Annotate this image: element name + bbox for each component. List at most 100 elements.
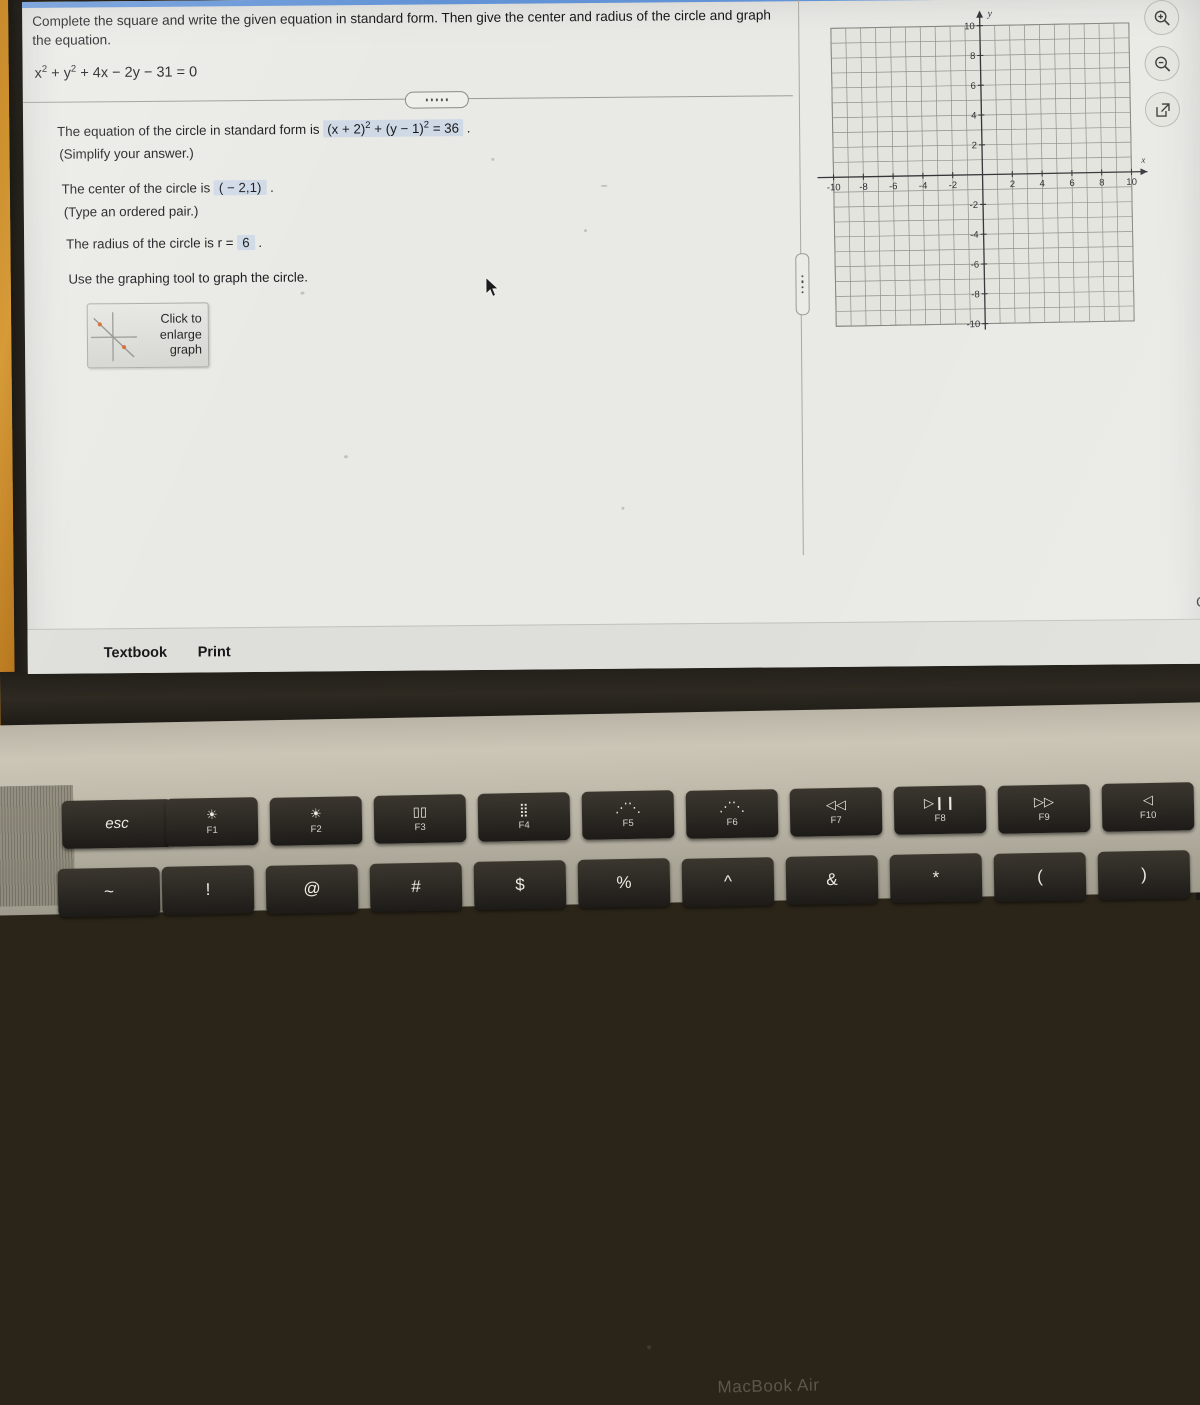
sf-part-a: (x + 2) (327, 121, 365, 136)
radius-answer-field[interactable]: 6 (237, 235, 255, 250)
dot (446, 99, 449, 102)
svg-text:-2: -2 (970, 200, 979, 211)
print-link[interactable]: Print (198, 644, 231, 660)
given-eq-mid: + y (47, 65, 71, 81)
center-line: The center of the circle is ( − 2,1) . (62, 180, 274, 197)
key-esc-label: esc (105, 817, 129, 831)
key-esc[interactable]: esc (62, 799, 173, 849)
dot (801, 286, 803, 288)
key-fn-label: F9 (1039, 811, 1050, 822)
key-symbol-label: @ (303, 881, 321, 895)
key-f9[interactable]: ▷▷F9 (998, 784, 1091, 834)
sf-part-c: = 36 (429, 121, 459, 136)
dot (801, 291, 803, 293)
mouse-cursor (484, 276, 502, 305)
clear-all-link-truncated[interactable]: Cl (1196, 594, 1200, 610)
enlarge-line-2: enlarge (160, 327, 202, 341)
svg-text:6: 6 (1069, 178, 1074, 189)
key-symbol-label: ) (1141, 868, 1147, 882)
key-fn-label: F3 (415, 822, 426, 833)
period: . (255, 235, 263, 250)
key-f5[interactable]: ⋰⋱F5 (582, 791, 675, 841)
svg-text:-10: -10 (966, 319, 980, 330)
screen-speck (601, 185, 608, 187)
standard-form-answer-field[interactable]: (x + 2)2 + (y − 1)2 = 36 (323, 119, 463, 138)
more-options-dots-button[interactable] (405, 91, 469, 109)
key-symbol-label: # (411, 880, 421, 894)
period: . (266, 180, 274, 195)
key-&[interactable]: & (786, 855, 879, 905)
key-f3[interactable]: ▯▯F3 (374, 794, 467, 844)
mute-icon: ◁ (1143, 793, 1153, 807)
graphing-tool[interactable]: yx-10-8-6-4-2246810-10-8-6-4-2246810 (810, 6, 1153, 349)
key-@[interactable]: @ (266, 864, 359, 914)
svg-text:8: 8 (1099, 177, 1104, 188)
zoom-in-icon[interactable] (1144, 0, 1179, 35)
launchpad-icon: ⣿ (519, 803, 529, 817)
key-^[interactable]: ^ (682, 857, 775, 907)
key-f10[interactable]: ◁F10 (1102, 782, 1195, 832)
macbook-air-label: MacBook Air (717, 1373, 917, 1397)
svg-text:2: 2 (1010, 179, 1015, 190)
rewind-icon: ◁◁ (826, 798, 846, 812)
center-answer-field[interactable]: ( − 2,1) (214, 180, 267, 195)
open-in-new-icon[interactable] (1145, 92, 1180, 127)
brightness-up-icon: ☀ (310, 806, 322, 820)
key-f6[interactable]: ⋰⋱ F6 (686, 789, 779, 839)
coordinate-plane[interactable]: yx-10-8-6-4-2246810-10-8-6-4-2246810 (808, 5, 1154, 351)
key-f7[interactable]: ◁◁F7 (790, 787, 883, 837)
key-fn-label: F6 (727, 817, 738, 828)
graph-instruction: Use the graphing tool to graph the circl… (68, 270, 308, 287)
svg-text:x: x (1140, 155, 1145, 165)
given-equation: x2 + y2 + 4x − 2y − 31 = 0 (35, 62, 198, 81)
svg-text:y: y (986, 8, 992, 19)
textbook-link[interactable]: Textbook (104, 645, 168, 662)
given-eq-rest: + 4x − 2y − 31 = 0 (76, 64, 197, 81)
brightness-down-icon: ☀ (206, 808, 218, 822)
click-to-enlarge-graph-button[interactable]: Click to enlarge graph (87, 302, 210, 368)
key-)[interactable]: ) (1098, 850, 1191, 900)
key-([interactable]: ( (994, 852, 1087, 902)
standard-form-hint: (Simplify your answer.) (59, 146, 194, 162)
key-*[interactable]: * (890, 853, 983, 903)
key-~[interactable]: ~ (58, 867, 161, 917)
keyboard-brightness-up-icon: ⋰⋱ (719, 799, 745, 813)
standard-form-line: The equation of the circle in standard f… (57, 119, 470, 140)
enlarge-line-1: Click to (160, 312, 201, 326)
key-fn-label: F2 (311, 823, 322, 834)
graph-tool-buttons (1144, 0, 1189, 138)
key-symbol-label: ~ (104, 885, 114, 899)
svg-text:6: 6 (970, 81, 975, 92)
key-#[interactable]: # (370, 862, 463, 912)
key-![interactable]: ! (162, 865, 255, 915)
svg-text:-2: -2 (949, 180, 958, 191)
svg-text:-6: -6 (971, 259, 980, 270)
screen-speck (584, 229, 587, 232)
key-f8[interactable]: ▷❙❙F8 (894, 785, 987, 835)
svg-text:4: 4 (1040, 178, 1045, 189)
screen-speck (301, 292, 305, 295)
key-symbol-label: ( (1037, 869, 1043, 883)
key-f1[interactable]: ☀F1 (166, 797, 259, 847)
key-symbol-label: % (616, 876, 631, 890)
panel-splitter-handle[interactable] (795, 253, 810, 315)
center-label: The center of the circle is (62, 180, 211, 196)
dot (426, 99, 429, 102)
svg-text:-4: -4 (919, 181, 928, 192)
key-$[interactable]: $ (474, 860, 567, 910)
laptop-screen: Complete the square and write the given … (22, 0, 1200, 674)
screen-speck (621, 507, 624, 510)
key-symbol-label: ^ (724, 875, 732, 889)
key-f2[interactable]: ☀ F2 (270, 796, 363, 846)
key-%[interactable]: % (578, 859, 671, 909)
svg-text:10: 10 (1126, 177, 1137, 188)
dot (801, 280, 803, 282)
period: . (463, 121, 471, 136)
dot (436, 99, 439, 102)
key-symbol-label: $ (515, 878, 525, 892)
zoom-out-icon[interactable] (1144, 46, 1179, 81)
key-f4[interactable]: ⣿F4 (478, 792, 571, 842)
math-exercise-page: Complete the square and write the given … (22, 0, 1200, 674)
svg-text:-4: -4 (970, 230, 979, 241)
problem-prompt: Complete the square and write the given … (32, 5, 772, 49)
